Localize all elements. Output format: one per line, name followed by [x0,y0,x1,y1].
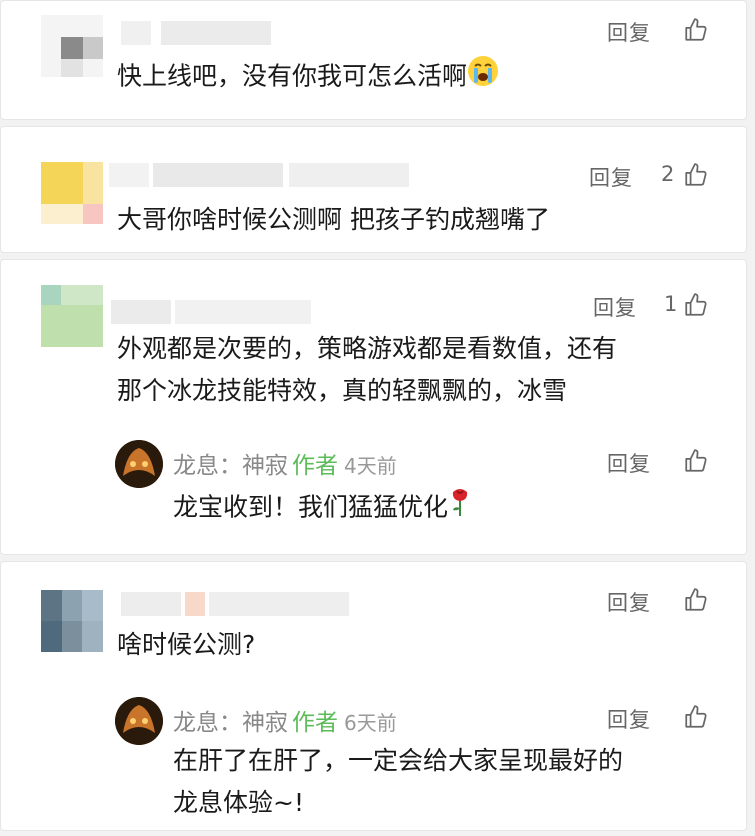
avatar[interactable] [41,285,103,347]
reply-button[interactable]: 回复 [589,162,633,192]
comment-card: 回复 快上线吧，没有你我可怎么活啊 [0,0,747,120]
like-icon[interactable] [683,17,709,43]
like-icon[interactable] [683,162,709,188]
like-icon[interactable] [683,704,709,730]
like-icon[interactable] [683,448,709,474]
reply-header: 龙息：神寂 作者 4天前 [173,446,397,480]
reply-button[interactable]: 回复 [607,704,651,734]
like-icon[interactable] [683,587,709,613]
comment-body: 快上线吧，没有你我可怎么活啊 [117,61,468,91]
comment-text-line: 那个冰龙技能特效，真的轻飘飘的，冰雪 [117,376,568,405]
reply-button[interactable]: 回复 [607,17,651,47]
rose-emoji-icon [448,486,472,531]
crying-emoji-icon [467,55,499,100]
comment-text-line: 外观都是次要的，策略游戏都是看数值，还有 [117,334,618,363]
like-count: 1 [664,292,678,316]
author-badge: 作者 [292,453,338,479]
username-blurred[interactable] [111,300,311,324]
reply-text-line: 龙息体验~! [173,788,304,817]
reply-text-line: 在肝了在肝了，一定会给大家呈现最好的 [173,746,624,775]
reply-header: 龙息：神寂 作者 6天前 [173,703,397,737]
avatar[interactable] [41,15,103,77]
comment-card: 回复 1 外观都是次要的，策略游戏都是看数值，还有 那个冰龙技能特效，真的轻飘飘… [0,259,747,555]
author-avatar[interactable] [115,440,163,488]
comment-text: 大哥你啥时候公测啊 把孩子钓成翘嘴了 [117,205,550,234]
author-name[interactable]: 龙息：神寂 [173,710,288,736]
reply-text: 龙宝收到！我们猛猛优化 [173,486,472,531]
username-blurred[interactable] [109,163,409,187]
comment-text: 啥时候公测? [117,630,256,659]
username-blurred[interactable] [121,21,271,45]
author-avatar[interactable] [115,697,163,745]
comment-text: 快上线吧，没有你我可怎么活啊 [117,55,499,100]
reply-button[interactable]: 回复 [607,448,651,478]
comment-card: 回复 2 大哥你啥时候公测啊 把孩子钓成翘嘴了 [0,126,747,253]
avatar[interactable] [41,590,103,652]
reply-body: 龙宝收到！我们猛猛优化 [173,492,449,522]
reply-button[interactable]: 回复 [593,292,637,322]
like-count: 2 [661,162,675,186]
username-blurred[interactable] [121,592,349,616]
reply-time: 6天前 [344,711,397,735]
comment-card: 回复 啥时候公测? 龙息：神寂 作者 6天前 回复 在肝了在肝了，一定会给大家呈现最… [0,561,747,831]
reply-time: 4天前 [344,454,397,478]
author-name[interactable]: 龙息：神寂 [173,453,288,479]
author-badge: 作者 [292,710,338,736]
avatar[interactable] [41,162,103,224]
like-icon[interactable] [683,292,709,318]
reply-button[interactable]: 回复 [607,587,651,617]
